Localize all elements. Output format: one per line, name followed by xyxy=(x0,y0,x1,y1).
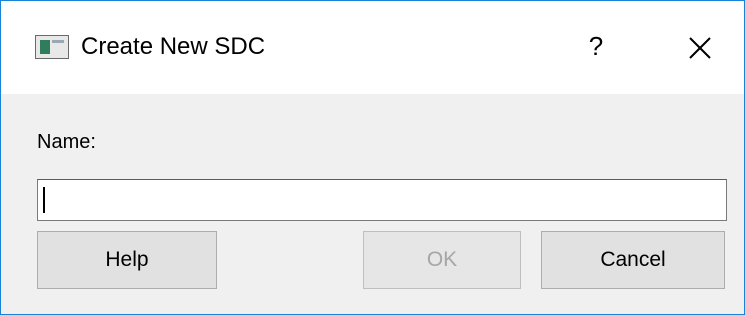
title-bar[interactable]: Create New SDC ? xyxy=(1,1,744,94)
window-icon-bar xyxy=(52,40,64,43)
name-label: Name: xyxy=(37,131,96,153)
window-icon xyxy=(35,35,69,59)
dialog-title: Create New SDC xyxy=(81,33,266,60)
close-icon[interactable] xyxy=(683,31,717,65)
name-input[interactable] xyxy=(37,179,727,221)
text-caret xyxy=(43,187,45,213)
cancel-button[interactable]: Cancel xyxy=(541,231,725,289)
help-button[interactable]: Help xyxy=(37,231,217,289)
ok-button[interactable]: OK xyxy=(363,231,521,289)
context-help-button[interactable]: ? xyxy=(581,29,611,63)
create-sdc-dialog: Create New SDC ? Name: Help OK Cancel xyxy=(0,0,745,315)
window-icon-pane xyxy=(40,40,50,54)
